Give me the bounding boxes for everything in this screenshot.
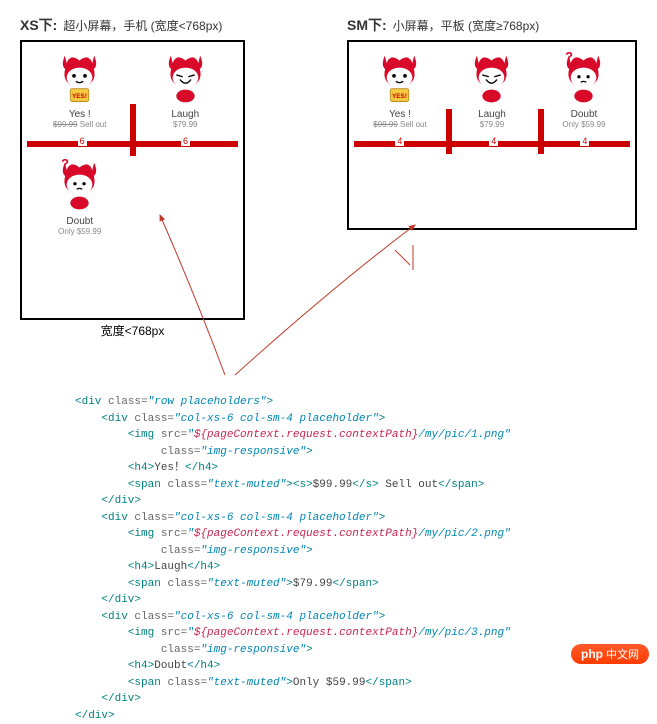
php-watermark: php 中文网 (571, 644, 649, 664)
sm-section: SM下: 小屏幕，平板 (宽度≥768px) Yes ! $99.99 Sell… (347, 15, 637, 339)
xs-cell-doubt: Doubt Only $59.99 (27, 154, 133, 241)
watermark-brand: php (581, 647, 603, 661)
sm-frame: Yes ! $99.99 Sell out Laugh $79.99 Doubt… (347, 40, 637, 230)
sm-cell-yes: Yes ! $99.99 Sell out (354, 47, 446, 134)
illustrations-row: XS下: 超小屏幕，手机 (宽度<768px) Yes ! $99.99 Sel… (20, 15, 637, 339)
xs-section: XS下: 超小屏幕，手机 (宽度<768px) Yes ! $99.99 Sel… (20, 15, 245, 339)
xs-col-badge: 6 (78, 136, 87, 146)
sm-col-badge: 4 (395, 136, 404, 146)
card-title: Laugh (171, 109, 199, 120)
card-price: $79.99 (173, 120, 197, 129)
card-title: Doubt (66, 216, 93, 227)
card-price: $99.99 Sell out (373, 120, 426, 129)
xs-cell-laugh: Laugh $79.99 (133, 47, 239, 134)
sm-desc: 小屏幕，平板 (宽度≥768px) (393, 17, 540, 34)
sm-title-row: SM下: 小屏幕，平板 (宽度≥768px) (347, 15, 637, 35)
card-title: Doubt (571, 109, 598, 120)
xs-title: XS下: (20, 15, 57, 35)
card-title: Laugh (478, 109, 506, 120)
card-price: Only $59.99 (562, 120, 605, 129)
card-price: Only $59.99 (58, 227, 101, 236)
sm-cell-doubt: Doubt Only $59.99 (538, 47, 630, 134)
xs-col-badge: 6 (181, 136, 190, 146)
card-title: Yes ! (389, 109, 411, 120)
sm-col-badge: 4 (489, 136, 498, 146)
sm-col-badge: 4 (580, 136, 589, 146)
sm-title: SM下: (347, 15, 387, 35)
watermark-text: 中文网 (606, 646, 639, 662)
xs-title-row: XS下: 超小屏幕，手机 (宽度<768px) (20, 15, 245, 35)
xs-desc: 超小屏幕，手机 (宽度<768px) (63, 17, 222, 34)
code-block: <div class="row placeholders"> <div clas… (75, 394, 637, 724)
card-price: $99.99 Sell out (53, 120, 106, 129)
xs-width-caption: 宽度<768px (20, 322, 245, 339)
sm-cell-laugh: Laugh $79.99 (446, 47, 538, 134)
xs-frame: Yes ! $99.99 Sell out Laugh $79.99 6 6 (20, 40, 245, 320)
xs-cell-yes: Yes ! $99.99 Sell out (27, 47, 133, 134)
card-title: Yes ! (69, 109, 91, 120)
card-price: $79.99 (480, 120, 504, 129)
